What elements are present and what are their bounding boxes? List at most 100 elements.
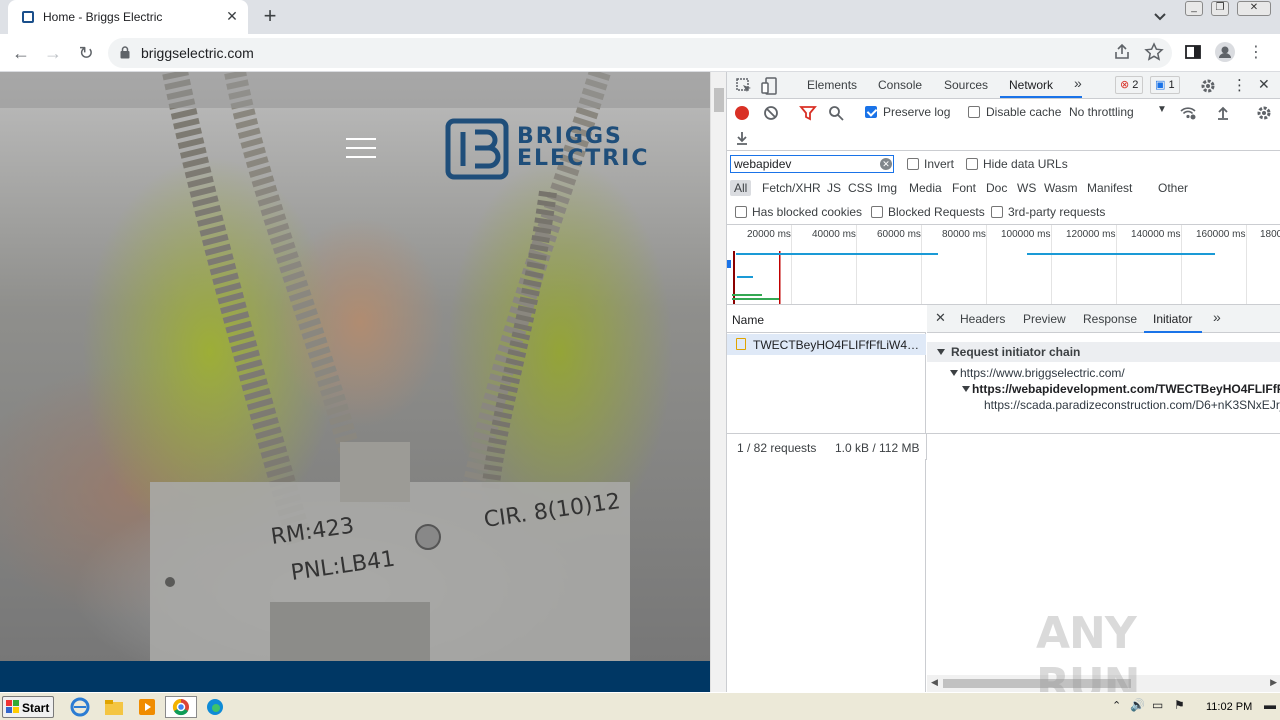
restore-button[interactable]: ❐ <box>1211 1 1229 16</box>
start-button[interactable]: Start <box>2 696 54 718</box>
error-count-badge[interactable]: ⊗ 2 <box>1115 76 1144 94</box>
disable-cache-checkbox[interactable] <box>968 106 980 118</box>
close-devtools-icon[interactable]: ✕ <box>1258 76 1270 93</box>
scroll-right-arrow-icon[interactable]: ▶ <box>1270 677 1277 688</box>
blocked-requests-checkbox[interactable] <box>871 206 883 218</box>
reload-button[interactable]: ↻ <box>74 41 98 65</box>
detail-tab-response[interactable]: Response <box>1083 312 1137 326</box>
device-toolbar-icon[interactable] <box>761 77 779 95</box>
new-tab-button[interactable]: + <box>258 5 282 28</box>
network-icon[interactable]: ▭ <box>1152 698 1163 712</box>
third-party-requests-checkbox[interactable] <box>991 206 1003 218</box>
detail-tab-headers[interactable]: Headers <box>960 312 1005 326</box>
network-settings-gear-icon[interactable] <box>1255 104 1273 122</box>
briggs-electric-logo[interactable]: BRIGGS ELECTRIC <box>445 116 665 182</box>
initiator-chain-header[interactable]: Request initiator chain <box>927 342 1280 362</box>
filter-input[interactable]: webapidev <box>730 155 894 173</box>
share-icon[interactable] <box>1112 42 1132 62</box>
chrome-taskbar-button[interactable] <box>165 696 197 718</box>
close-detail-icon[interactable]: ✕ <box>935 310 946 326</box>
type-filter-doc[interactable]: Doc <box>982 180 1011 196</box>
media-player-icon[interactable] <box>135 696 159 718</box>
chrome-menu-icon[interactable]: ⋮ <box>1244 41 1268 65</box>
expand-triangle-icon[interactable] <box>950 370 958 376</box>
tab-network[interactable]: Network <box>1009 78 1053 92</box>
type-filter-media[interactable]: Media <box>905 180 946 196</box>
tab-console[interactable]: Console <box>878 78 922 92</box>
type-filter-all[interactable]: All <box>730 180 752 196</box>
show-desktop-icon[interactable]: ▬ <box>1264 698 1276 712</box>
scroll-left-arrow-icon[interactable]: ◀ <box>931 677 938 688</box>
initiator-level2[interactable]: https://webapidevelopment.com/TWECTBeyHO… <box>972 382 1280 396</box>
profile-avatar-icon[interactable] <box>1215 42 1235 62</box>
name-column-label: Name <box>732 313 765 327</box>
side-panel-icon[interactable] <box>1183 42 1203 62</box>
type-filter-img[interactable]: Img <box>873 180 901 196</box>
taskbar-clock[interactable]: 11:02 PM <box>1206 701 1252 713</box>
lock-icon[interactable] <box>120 46 130 59</box>
initiator-level1[interactable]: https://www.briggselectric.com/ <box>960 366 1125 380</box>
active-detail-tab-indicator <box>1144 331 1202 333</box>
type-filter-font[interactable]: Font <box>948 180 980 196</box>
detail-tab-preview[interactable]: Preview <box>1023 312 1066 326</box>
throttling-select[interactable]: No throttling <box>1069 105 1134 119</box>
more-detail-tabs-chevron-icon[interactable]: » <box>1213 309 1221 325</box>
page-scrollbar[interactable] <box>710 72 726 692</box>
type-filter-fetch-xhr[interactable]: Fetch/XHR <box>758 180 825 196</box>
minimize-button[interactable]: _ <box>1185 1 1203 16</box>
import-har-icon[interactable] <box>1214 104 1232 122</box>
message-count-badge[interactable]: ▣ 1 <box>1150 76 1180 94</box>
edge-icon[interactable] <box>203 696 227 718</box>
type-filter-ws[interactable]: WS <box>1013 180 1040 196</box>
detail-tab-initiator[interactable]: Initiator <box>1153 312 1192 326</box>
type-filter-other[interactable]: Other <box>1154 180 1192 196</box>
page-scrollbar-thumb[interactable] <box>714 88 724 112</box>
browser-tab[interactable]: Home - Briggs Electric ✕ <box>8 0 248 34</box>
invert-checkbox[interactable] <box>907 158 919 170</box>
close-window-button[interactable]: ✕ <box>1237 1 1271 16</box>
type-filter-css[interactable]: CSS <box>844 180 877 196</box>
has-blocked-cookies-checkbox[interactable] <box>735 206 747 218</box>
export-har-icon[interactable] <box>733 129 751 147</box>
menu-hamburger-icon[interactable] <box>346 138 376 160</box>
record-icon[interactable] <box>733 104 751 122</box>
inspect-element-icon[interactable] <box>735 77 753 95</box>
clear-log-icon[interactable] <box>762 104 780 122</box>
error-icon: ⊗ <box>1120 79 1130 91</box>
address-bar[interactable]: briggselectric.com <box>108 38 1172 68</box>
hide-data-urls-checkbox[interactable] <box>966 158 978 170</box>
type-filter-js[interactable]: JS <box>823 180 845 196</box>
anyrun-watermark: ANY RUN <box>1036 608 1140 710</box>
devtools-menu-icon[interactable]: ⋮ <box>1232 76 1247 94</box>
tab-search-chevron-icon[interactable] <box>1150 8 1170 26</box>
throttling-dropdown-arrow-icon[interactable]: ▼ <box>1157 104 1167 115</box>
tab-elements[interactable]: Elements <box>807 78 857 92</box>
name-column-header[interactable]: Name <box>727 305 926 333</box>
tab-close-icon[interactable]: ✕ <box>224 8 240 24</box>
type-filter-manifest[interactable]: Manifest <box>1083 180 1136 196</box>
chrome-icon <box>172 698 189 716</box>
more-tabs-chevron-icon[interactable]: » <box>1074 75 1082 91</box>
settings-gear-icon[interactable] <box>1199 77 1217 95</box>
network-overview-timeline[interactable]: 20000 ms 40000 ms 60000 ms 80000 ms 1000… <box>727 225 1280 305</box>
initiator-chain-title: Request initiator chain <box>951 345 1081 359</box>
forward-button[interactable]: → <box>41 41 65 65</box>
volume-icon[interactable]: 🔊 <box>1130 698 1145 712</box>
internet-explorer-icon[interactable] <box>68 696 92 718</box>
bookmark-star-icon[interactable] <box>1144 42 1164 62</box>
filter-clear-icon[interactable]: ✕ <box>880 158 892 170</box>
tab-sources[interactable]: Sources <box>944 78 988 92</box>
filter-funnel-icon[interactable] <box>799 104 817 122</box>
search-icon[interactable] <box>827 104 845 122</box>
type-filter-wasm[interactable]: Wasm <box>1040 180 1082 196</box>
show-hidden-icons-icon[interactable]: ⌃ <box>1112 699 1121 712</box>
back-button[interactable]: ← <box>9 41 33 65</box>
browser-tab-strip: Home - Briggs Electric ✕ + _ ❐ ✕ <box>0 0 1280 34</box>
action-center-flag-icon[interactable]: ⚑ <box>1174 698 1185 712</box>
initiator-level3[interactable]: https://scada.paradizeconstruction.com/D… <box>984 398 1280 412</box>
preserve-log-checkbox[interactable] <box>865 106 877 118</box>
file-explorer-icon[interactable] <box>102 696 126 718</box>
network-conditions-icon[interactable] <box>1179 104 1197 122</box>
expand-triangle-icon[interactable] <box>962 386 970 392</box>
request-row[interactable]: TWECTBeyHO4FLIFfFfLiW49Q... <box>727 334 926 355</box>
